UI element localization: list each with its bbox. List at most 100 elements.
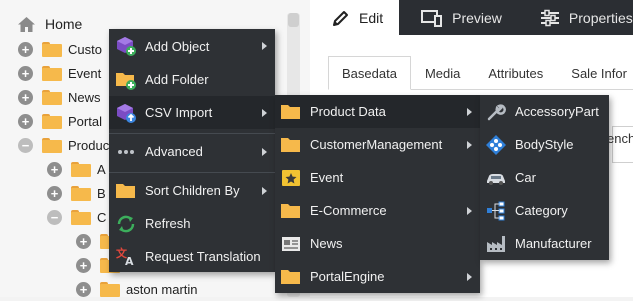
add-object-icon	[115, 35, 137, 57]
tree-scrollbar-thumb[interactable]	[288, 13, 299, 27]
tab-preview[interactable]: Preview	[399, 0, 518, 35]
editor-field-text: ench	[607, 131, 633, 146]
expand-toggle-icon[interactable]: +	[18, 65, 33, 81]
tree-node[interactable]: + Event	[18, 61, 101, 85]
expand-toggle-icon[interactable]: +	[47, 185, 62, 201]
menu-item-manufacturer[interactable]: Manufacturer	[480, 227, 609, 260]
editor-subtabs: Basedata Media Attributes Sale Infor	[328, 56, 633, 90]
tab-properties-label: Properties	[568, 9, 633, 26]
tree-node[interactable]: + A	[47, 157, 106, 181]
menu-item-body-style[interactable]: BodyStyle	[480, 128, 609, 161]
expand-toggle-icon[interactable]: +	[76, 233, 91, 249]
tree-node-label: C	[97, 209, 107, 225]
menu-item-e-commerce[interactable]: E-Commerce	[275, 194, 480, 227]
menu-item-add-object[interactable]: Add Object	[109, 29, 275, 63]
expand-toggle-icon[interactable]: +	[76, 257, 91, 273]
menu-item-advanced[interactable]: Advanced	[109, 135, 275, 168]
menu-item-news[interactable]: News	[275, 227, 480, 260]
expand-toggle-icon[interactable]: +	[76, 281, 91, 297]
devices-icon	[421, 9, 443, 27]
menu-item-refresh[interactable]: Refresh	[109, 207, 275, 240]
tree-node[interactable]: − Produc	[18, 133, 109, 157]
menu-item-label: CustomerManagement	[310, 137, 443, 152]
csv-import-icon	[115, 102, 137, 124]
tree-home-row[interactable]: Home	[17, 12, 82, 36]
csv-import-submenu: Product Data CustomerManagement Event E-…	[275, 95, 480, 293]
menu-item-csv-import[interactable]: CSV Import	[109, 96, 275, 129]
subtab-attributes[interactable]: Attributes	[474, 56, 557, 90]
add-folder-icon	[115, 69, 137, 91]
sliders-icon	[540, 9, 559, 26]
tab-properties[interactable]: Properties	[518, 0, 633, 35]
tree-node[interactable]: + aston martin	[76, 277, 198, 301]
subtab-basedata[interactable]: Basedata	[328, 56, 411, 90]
submenu-arrow-icon	[262, 147, 267, 156]
expand-toggle-icon[interactable]: +	[18, 89, 33, 105]
folder-icon	[100, 281, 120, 297]
tree-node[interactable]: + News	[18, 85, 101, 109]
menu-item-label: Category	[515, 203, 568, 218]
subtab-sale-information[interactable]: Sale Infor	[557, 56, 633, 90]
menu-item-request-translation[interactable]: 文 A Request Translation	[109, 240, 275, 272]
menu-item-label: Refresh	[145, 216, 191, 231]
menu-item-event[interactable]: Event	[275, 161, 480, 194]
factory-icon	[485, 233, 507, 255]
tree-node-label: A	[97, 161, 106, 177]
folder-icon	[42, 113, 62, 129]
menu-item-label: Add Object	[145, 38, 210, 54]
menu-item-add-folder[interactable]: Add Folder	[109, 63, 275, 96]
pencil-icon	[333, 10, 348, 26]
menu-item-label: CSV Import	[145, 105, 213, 120]
menu-item-label: Advanced	[145, 144, 203, 159]
menu-item-label: BodyStyle	[515, 137, 574, 152]
wrench-icon	[485, 101, 507, 123]
menu-item-label: Request Translation	[145, 248, 261, 264]
menu-item-customer-management[interactable]: CustomerManagement	[275, 128, 480, 161]
menu-item-label: Manufacturer	[515, 236, 592, 251]
tree-node[interactable]: + B	[47, 181, 106, 205]
tab-edit-label: Edit	[359, 9, 384, 26]
tree-node[interactable]: + Custo	[18, 37, 102, 61]
expand-toggle-icon[interactable]: +	[18, 113, 33, 129]
menu-item-label: News	[310, 236, 343, 251]
menu-item-car[interactable]: Car	[480, 161, 609, 194]
collapse-toggle-icon[interactable]: −	[18, 137, 33, 153]
tree-node[interactable]: + Portal	[18, 109, 102, 133]
folder-icon	[280, 266, 302, 288]
menu-item-category[interactable]: Category	[480, 194, 609, 227]
editor-tab-bar: Edit Preview Properties	[310, 0, 633, 35]
menu-item-label: Add Folder	[145, 72, 209, 87]
submenu-arrow-icon	[467, 206, 472, 215]
submenu-arrow-icon	[467, 140, 472, 149]
expand-toggle-icon[interactable]: +	[47, 161, 62, 177]
folder-icon	[71, 209, 91, 225]
tree-node-label: Custo	[68, 41, 102, 57]
expand-toggle-icon[interactable]: +	[18, 41, 33, 57]
menu-item-label: Car	[515, 170, 536, 185]
more-icon	[115, 141, 137, 163]
folder-icon	[280, 101, 302, 123]
menu-item-product-data[interactable]: Product Data	[275, 95, 480, 128]
tree-node-label: Produc	[68, 137, 110, 153]
submenu-arrow-icon	[262, 42, 267, 50]
collapse-toggle-icon[interactable]: −	[47, 209, 62, 225]
menu-item-label: Sort Children By	[145, 183, 240, 198]
folder-icon	[42, 41, 62, 57]
menu-item-accessory-part[interactable]: AccessoryPart	[480, 95, 609, 128]
menu-item-label: E-Commerce	[310, 203, 387, 218]
tree-node-label: aston martin	[126, 281, 198, 297]
menu-item-sort-children-by[interactable]: Sort Children By	[109, 174, 275, 207]
subtab-media[interactable]: Media	[411, 56, 474, 90]
body-style-icon	[485, 134, 507, 156]
menu-separator	[109, 172, 275, 173]
tree-node-label: Event	[68, 65, 102, 81]
menu-separator	[109, 133, 275, 134]
tab-edit[interactable]: Edit	[310, 0, 400, 35]
tab-preview-label: Preview	[452, 9, 502, 26]
translate-icon: 文 A	[115, 245, 137, 267]
folder-icon	[42, 89, 62, 105]
folder-icon	[280, 134, 302, 156]
folder-icon	[42, 137, 62, 153]
tree-node[interactable]: − C	[47, 205, 106, 229]
menu-item-portal-engine[interactable]: PortalEngine	[275, 260, 480, 293]
